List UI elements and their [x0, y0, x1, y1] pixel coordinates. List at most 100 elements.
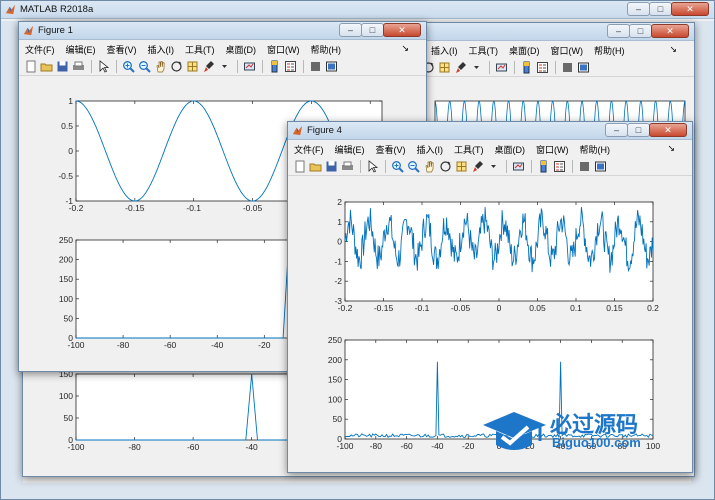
menu-insert[interactable]: 插入(I)	[431, 44, 458, 57]
zoom-in-icon[interactable]	[121, 60, 135, 74]
menu-window[interactable]: 窗口(W)	[536, 143, 569, 156]
menu-dock-arrow-icon[interactable]: ↘	[401, 43, 409, 54]
menu-file[interactable]: 文件(F)	[25, 43, 55, 56]
open-file-icon[interactable]	[39, 60, 53, 74]
data-cursor-icon[interactable]	[437, 61, 451, 75]
dropdown-arrow-icon[interactable]	[486, 160, 500, 174]
fig4-ax1-xtick-label: -0.15	[374, 303, 394, 313]
figure4-titlebar[interactable]: Figure 4 – □ ✕	[288, 122, 692, 140]
dropdown-arrow-icon[interactable]	[217, 60, 231, 74]
menu-tools[interactable]: 工具(T)	[454, 143, 484, 156]
show-plot-tools-icon[interactable]	[593, 160, 607, 174]
fig4-ax2-ytick-label: 0	[337, 434, 342, 444]
menu-desktop[interactable]: 桌面(D)	[495, 143, 526, 156]
menu-help[interactable]: 帮助(H)	[311, 43, 342, 56]
open-file-icon[interactable]	[308, 160, 322, 174]
colorbar-icon[interactable]	[267, 60, 281, 74]
menu-view[interactable]: 查看(V)	[376, 143, 406, 156]
legend-icon[interactable]	[552, 160, 566, 174]
minimize-button[interactable]: –	[627, 2, 650, 16]
menu-desktop[interactable]: 桌面(D)	[226, 43, 257, 56]
close-button[interactable]: ✕	[383, 23, 421, 37]
menu-dock-arrow-icon[interactable]: ↘	[667, 143, 675, 154]
fig1-ax2-ytick-label: 50	[64, 313, 74, 323]
brush-icon[interactable]	[201, 60, 215, 74]
bg-ax2-xtick-label: -40	[246, 442, 259, 452]
menu-file[interactable]: 文件(F)	[294, 143, 324, 156]
zoom-out-icon[interactable]	[406, 160, 420, 174]
toolbar-separator	[514, 61, 515, 74]
data-cursor-icon[interactable]	[454, 160, 468, 174]
menu-insert[interactable]: 插入(I)	[148, 43, 175, 56]
close-button[interactable]: ✕	[671, 2, 709, 16]
maximize-button[interactable]: □	[361, 23, 384, 37]
fig4-ax1-xtick-label: 0.2	[647, 303, 659, 313]
menu-edit[interactable]: 编辑(E)	[66, 43, 96, 56]
rotate-3d-icon[interactable]	[169, 60, 183, 74]
pan-hand-icon[interactable]	[153, 60, 167, 74]
show-plot-tools-icon[interactable]	[324, 60, 338, 74]
menu-window[interactable]: 窗口(W)	[551, 44, 584, 57]
minimize-button[interactable]: –	[339, 23, 362, 37]
watermark: 必过源码 Biguo100.com	[480, 405, 690, 460]
matlab-titlebar[interactable]: MATLAB R2018a – □ ✕	[1, 1, 714, 19]
figure1-titlebar[interactable]: Figure 1 – □ ✕	[19, 22, 426, 40]
menu-view[interactable]: 查看(V)	[107, 43, 137, 56]
menu-edit[interactable]: 编辑(E)	[335, 143, 365, 156]
brush-icon[interactable]	[453, 61, 467, 75]
maximize-button[interactable]: □	[649, 2, 672, 16]
pointer-icon[interactable]	[96, 60, 110, 74]
hide-plot-tools-icon[interactable]	[577, 160, 591, 174]
fig1-ax2-ytick-label: 100	[59, 294, 73, 304]
menu-dock-arrow-icon[interactable]: ↘	[669, 44, 677, 55]
fig1-ax2-xtick-label: -80	[117, 340, 130, 350]
new-figure-icon[interactable]	[292, 160, 306, 174]
hide-plot-tools-icon[interactable]	[308, 60, 322, 74]
fig4-ax2-xtick-label: -40	[431, 441, 444, 451]
fig1-ax2-ytick-label: 0	[68, 333, 73, 343]
print-icon[interactable]	[340, 160, 354, 174]
rotate-3d-icon[interactable]	[438, 160, 452, 174]
close-button[interactable]: ✕	[651, 24, 689, 38]
colorbar-icon[interactable]	[519, 61, 533, 75]
maximize-button[interactable]: □	[629, 24, 652, 38]
fig1-ax2-xtick-label: -40	[211, 340, 224, 350]
bg-ax2-ytick-label: 0	[68, 435, 73, 445]
legend-icon[interactable]	[535, 61, 549, 75]
toolbar-separator	[303, 60, 304, 73]
link-plot-icon[interactable]	[494, 61, 508, 75]
dropdown-arrow-icon[interactable]	[469, 61, 483, 75]
fig4-ax1-ytick-label: -3	[334, 296, 342, 306]
maximize-button[interactable]: □	[627, 123, 650, 137]
menu-help[interactable]: 帮助(H)	[580, 143, 611, 156]
zoom-out-icon[interactable]	[137, 60, 151, 74]
print-icon[interactable]	[71, 60, 85, 74]
show-plot-tools-icon[interactable]	[576, 61, 590, 75]
brush-icon[interactable]	[470, 160, 484, 174]
close-button[interactable]: ✕	[649, 123, 687, 137]
save-icon[interactable]	[324, 160, 338, 174]
legend-icon[interactable]	[283, 60, 297, 74]
hide-plot-tools-icon[interactable]	[560, 61, 574, 75]
zoom-in-icon[interactable]	[390, 160, 404, 174]
menu-window[interactable]: 窗口(W)	[267, 43, 300, 56]
menu-desktop[interactable]: 桌面(D)	[509, 44, 540, 57]
menu-insert[interactable]: 插入(I)	[417, 143, 444, 156]
minimize-button[interactable]: –	[605, 123, 628, 137]
fig4-ax2-xtick-label: -20	[462, 441, 475, 451]
menu-tools[interactable]: 工具(T)	[469, 44, 499, 57]
link-plot-icon[interactable]	[242, 60, 256, 74]
save-icon[interactable]	[55, 60, 69, 74]
new-figure-icon[interactable]	[23, 60, 37, 74]
link-plot-icon[interactable]	[511, 160, 525, 174]
menu-help[interactable]: 帮助(H)	[594, 44, 625, 57]
pointer-icon[interactable]	[365, 160, 379, 174]
colorbar-icon[interactable]	[536, 160, 550, 174]
pan-hand-icon[interactable]	[422, 160, 436, 174]
data-cursor-icon[interactable]	[185, 60, 199, 74]
fig4-ax2-xtick-label: -80	[370, 441, 383, 451]
fig4-ax2-ytick-label: 100	[328, 394, 342, 404]
bg-ax2-axes: -100-80-60-40-20150100500	[59, 369, 320, 452]
menu-tools[interactable]: 工具(T)	[185, 43, 215, 56]
minimize-button[interactable]: –	[607, 24, 630, 38]
